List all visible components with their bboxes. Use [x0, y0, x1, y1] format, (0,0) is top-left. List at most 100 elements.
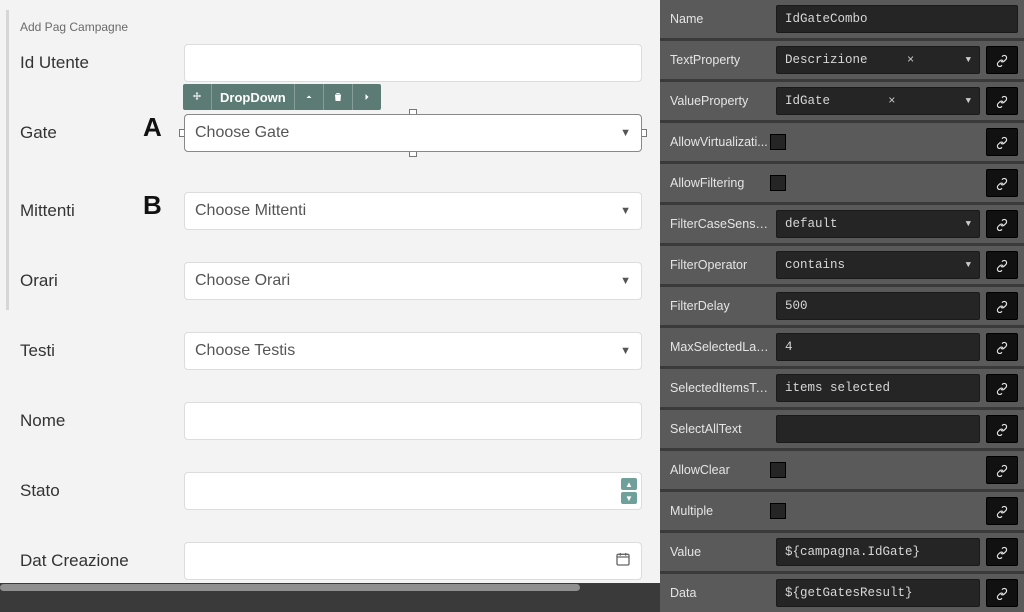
prop-value-filterdelay[interactable]: 500 — [776, 292, 980, 320]
bind-button[interactable] — [986, 292, 1018, 320]
prop-label: FilterOperator — [670, 258, 770, 272]
bind-button[interactable] — [986, 46, 1018, 74]
caret-down-icon: ▼ — [620, 205, 631, 217]
prop-value-textproperty[interactable]: Descrizione × ▼ — [776, 46, 980, 74]
label-nome: Nome — [18, 411, 184, 431]
spinner-up-icon[interactable]: ▲ — [621, 478, 637, 490]
bind-button[interactable] — [986, 456, 1018, 484]
design-canvas: Add Pag Campagne Id Utente Gate A DropDo… — [0, 0, 660, 586]
spinner-down-icon[interactable]: ▼ — [621, 492, 637, 504]
prop-label: AllowVirtualizati... — [670, 135, 770, 149]
bind-button[interactable] — [986, 374, 1018, 402]
prop-allowfiltering: AllowFiltering — [660, 164, 1024, 202]
date-datcreazione[interactable] — [184, 542, 642, 580]
row-stato: Stato ▲ ▼ — [18, 472, 642, 510]
calendar-icon[interactable] — [615, 551, 631, 572]
numeric-stato[interactable]: ▲ ▼ — [184, 472, 642, 510]
bind-button[interactable] — [986, 87, 1018, 115]
prop-filteroperator: FilterOperator contains ▼ — [660, 246, 1024, 284]
prop-label: Value — [670, 545, 770, 559]
row-datcreazione: Dat Creazione — [18, 542, 642, 580]
selection-badge[interactable]: DropDown — [183, 84, 381, 110]
chevron-up-icon[interactable] — [295, 84, 324, 110]
prop-label: FilterDelay — [670, 299, 770, 313]
prop-label: FilterCaseSensiti... — [670, 217, 770, 231]
prop-value-name[interactable]: IdGateCombo — [776, 5, 1018, 33]
prop-label: ValueProperty — [670, 94, 770, 108]
label-idutente: Id Utente — [18, 53, 184, 73]
prop-label: Multiple — [670, 504, 770, 518]
numeric-spinner[interactable]: ▲ ▼ — [621, 477, 637, 505]
selected-component-wrap[interactable]: DropDown Choose Gate — [184, 114, 642, 152]
bind-button[interactable] — [986, 251, 1018, 279]
dropdown-gate[interactable]: Choose Gate ▼ — [184, 114, 642, 152]
checkbox-allowfiltering[interactable] — [770, 175, 786, 191]
bind-button[interactable] — [986, 128, 1018, 156]
chevron-right-icon[interactable] — [353, 84, 381, 110]
bind-button[interactable] — [986, 538, 1018, 566]
prop-label: SelectAllText — [670, 422, 770, 436]
dropdown-mittenti[interactable]: Choose Mittenti ▼ — [184, 192, 642, 230]
chevron-down-icon[interactable]: ▼ — [960, 260, 971, 270]
row-nome: Nome — [18, 402, 642, 440]
canvas-side-indicator — [6, 10, 9, 310]
bind-button[interactable] — [986, 169, 1018, 197]
prop-data: Data ${getGatesResult} — [660, 574, 1024, 612]
prop-label: Name — [670, 12, 770, 26]
row-orari: Orari Choose Orari ▼ — [18, 262, 642, 300]
dropdown-gate-placeholder: Choose Gate — [195, 124, 289, 142]
label-testi: Testi — [18, 341, 184, 361]
checkbox-allowclear[interactable] — [770, 462, 786, 478]
label-stato: Stato — [18, 481, 184, 501]
prop-allowclear: AllowClear — [660, 451, 1024, 489]
dropdown-testi-placeholder: Choose Testis — [195, 342, 295, 360]
prop-label: Data — [670, 586, 770, 600]
row-mittenti: Mittenti B Choose Mittenti ▼ — [18, 192, 642, 230]
checkbox-allowvirtualization[interactable] — [770, 134, 786, 150]
prop-label: TextProperty — [670, 53, 770, 67]
label-orari: Orari — [18, 271, 184, 291]
trash-icon[interactable] — [324, 84, 353, 110]
prop-valueproperty: ValueProperty IdGate × ▼ — [660, 82, 1024, 120]
scrollbar-thumb[interactable] — [0, 584, 580, 591]
move-icon[interactable] — [183, 84, 212, 110]
bind-button[interactable] — [986, 210, 1018, 238]
prop-value-valueproperty[interactable]: IdGate × ▼ — [776, 87, 980, 115]
dropdown-orari-placeholder: Choose Orari — [195, 272, 290, 290]
selection-type-label: DropDown — [212, 84, 295, 110]
prop-label: AllowFiltering — [670, 176, 770, 190]
prop-textproperty: TextProperty Descrizione × ▼ — [660, 41, 1024, 79]
marker-b: B — [143, 190, 162, 221]
checkbox-multiple[interactable] — [770, 503, 786, 519]
chevron-down-icon[interactable]: ▼ — [960, 219, 971, 229]
prop-value-selectalltext[interactable] — [776, 415, 980, 443]
row-gate: Gate A DropDown — [18, 114, 642, 152]
horizontal-scrollbar[interactable] — [0, 583, 660, 593]
clear-icon[interactable]: × — [907, 53, 920, 67]
chevron-down-icon[interactable]: ▼ — [960, 55, 971, 65]
prop-allowvirtualization: AllowVirtualizati... — [660, 123, 1024, 161]
caret-down-icon: ▼ — [620, 275, 631, 287]
dropdown-testi[interactable]: Choose Testis ▼ — [184, 332, 642, 370]
prop-value-filtercase[interactable]: default ▼ — [776, 210, 980, 238]
caret-down-icon: ▼ — [620, 127, 631, 139]
bind-button[interactable] — [986, 415, 1018, 443]
prop-label: MaxSelectedLab... — [670, 340, 770, 354]
prop-filtercasesensitivity: FilterCaseSensiti... default ▼ — [660, 205, 1024, 243]
prop-value-maxselected[interactable]: 4 — [776, 333, 980, 361]
dropdown-orari[interactable]: Choose Orari ▼ — [184, 262, 642, 300]
clear-icon[interactable]: × — [888, 94, 901, 108]
bind-button[interactable] — [986, 333, 1018, 361]
input-idutente[interactable] — [184, 44, 642, 82]
prop-value-value[interactable]: ${campagna.IdGate} — [776, 538, 980, 566]
prop-value-selecteditemstext[interactable]: items selected — [776, 374, 980, 402]
prop-name: Name IdGateCombo — [660, 0, 1024, 38]
input-nome[interactable] — [184, 402, 642, 440]
prop-label: AllowClear — [670, 463, 770, 477]
prop-value-filteroperator[interactable]: contains ▼ — [776, 251, 980, 279]
chevron-down-icon[interactable]: ▼ — [960, 96, 971, 106]
prop-value: Value ${campagna.IdGate} — [660, 533, 1024, 571]
prop-selectalltext: SelectAllText — [660, 410, 1024, 448]
prop-maxselectedlabels: MaxSelectedLab... 4 — [660, 328, 1024, 366]
bind-button[interactable] — [986, 497, 1018, 525]
